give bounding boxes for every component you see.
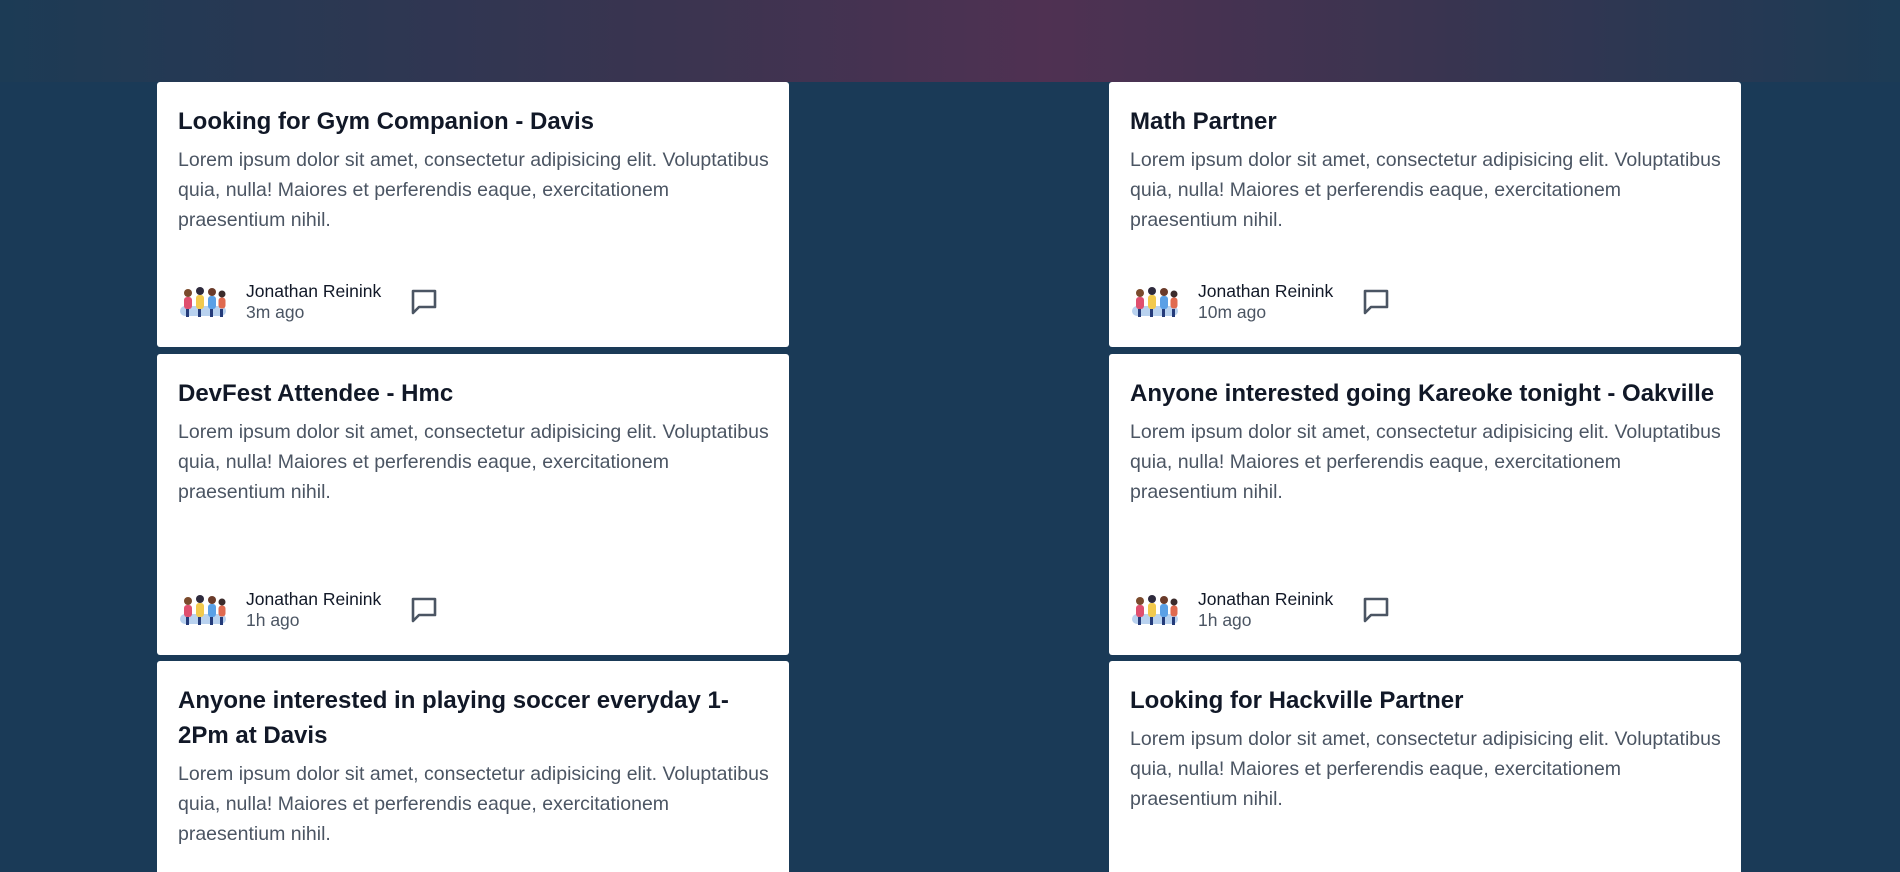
avatar[interactable]: [178, 284, 228, 320]
post-card[interactable]: Looking for Gym Companion - Davis Lorem …: [157, 82, 789, 347]
comment-icon[interactable]: [1360, 286, 1392, 318]
author-name[interactable]: Jonathan Reinink: [1198, 281, 1333, 302]
post-footer: Jonathan Reinink 1h ago: [178, 589, 440, 631]
post-card[interactable]: Math Partner Lorem ipsum dolor sit amet,…: [1109, 82, 1741, 347]
post-card[interactable]: Anyone interested in playing soccer ever…: [157, 661, 789, 872]
post-body: Lorem ipsum dolor sit amet, consectetur …: [1130, 421, 1721, 503]
author-meta: Jonathan Reinink 10m ago: [1198, 281, 1333, 323]
author-name[interactable]: Jonathan Reinink: [1198, 589, 1333, 610]
post-card[interactable]: Looking for Hackville Partner Lorem ipsu…: [1109, 661, 1741, 872]
avatar[interactable]: [1130, 592, 1180, 628]
post-time: 3m ago: [246, 302, 305, 322]
author-name[interactable]: Jonathan Reinink: [246, 589, 381, 610]
post-time: 1h ago: [246, 610, 300, 630]
post-time: 1h ago: [1198, 610, 1252, 630]
post-body: Lorem ipsum dolor sit amet, consectetur …: [1130, 728, 1721, 810]
post-footer: Jonathan Reinink 1h ago: [1130, 589, 1392, 631]
post-body: Lorem ipsum dolor sit amet, consectetur …: [178, 763, 769, 845]
author-meta: Jonathan Reinink 1h ago: [1198, 589, 1333, 631]
post-title[interactable]: DevFest Attendee - Hmc: [178, 376, 769, 411]
post-body: Lorem ipsum dolor sit amet, consectetur …: [1130, 149, 1721, 231]
author-name[interactable]: Jonathan Reinink: [246, 281, 381, 302]
comment-icon[interactable]: [408, 594, 440, 626]
post-time: 10m ago: [1198, 302, 1267, 322]
top-banner: [0, 0, 1900, 82]
post-title[interactable]: Anyone interested going Kareoke tonight …: [1130, 376, 1721, 411]
post-title[interactable]: Looking for Gym Companion - Davis: [178, 104, 769, 139]
post-title[interactable]: Looking for Hackville Partner: [1130, 683, 1721, 718]
avatar[interactable]: [1130, 284, 1180, 320]
post-card[interactable]: DevFest Attendee - Hmc Lorem ipsum dolor…: [157, 354, 789, 655]
comment-icon[interactable]: [1360, 594, 1392, 626]
post-card[interactable]: Anyone interested going Kareoke tonight …: [1109, 354, 1741, 655]
avatar[interactable]: [178, 592, 228, 628]
post-footer: Jonathan Reinink 3m ago: [178, 281, 440, 323]
author-meta: Jonathan Reinink 3m ago: [246, 281, 381, 323]
comment-icon[interactable]: [408, 286, 440, 318]
post-body: Lorem ipsum dolor sit amet, consectetur …: [178, 149, 769, 231]
post-title[interactable]: Anyone interested in playing soccer ever…: [178, 683, 769, 753]
post-footer: Jonathan Reinink 10m ago: [1130, 281, 1392, 323]
author-meta: Jonathan Reinink 1h ago: [246, 589, 381, 631]
post-body: Lorem ipsum dolor sit amet, consectetur …: [178, 421, 769, 503]
post-title[interactable]: Math Partner: [1130, 104, 1721, 139]
